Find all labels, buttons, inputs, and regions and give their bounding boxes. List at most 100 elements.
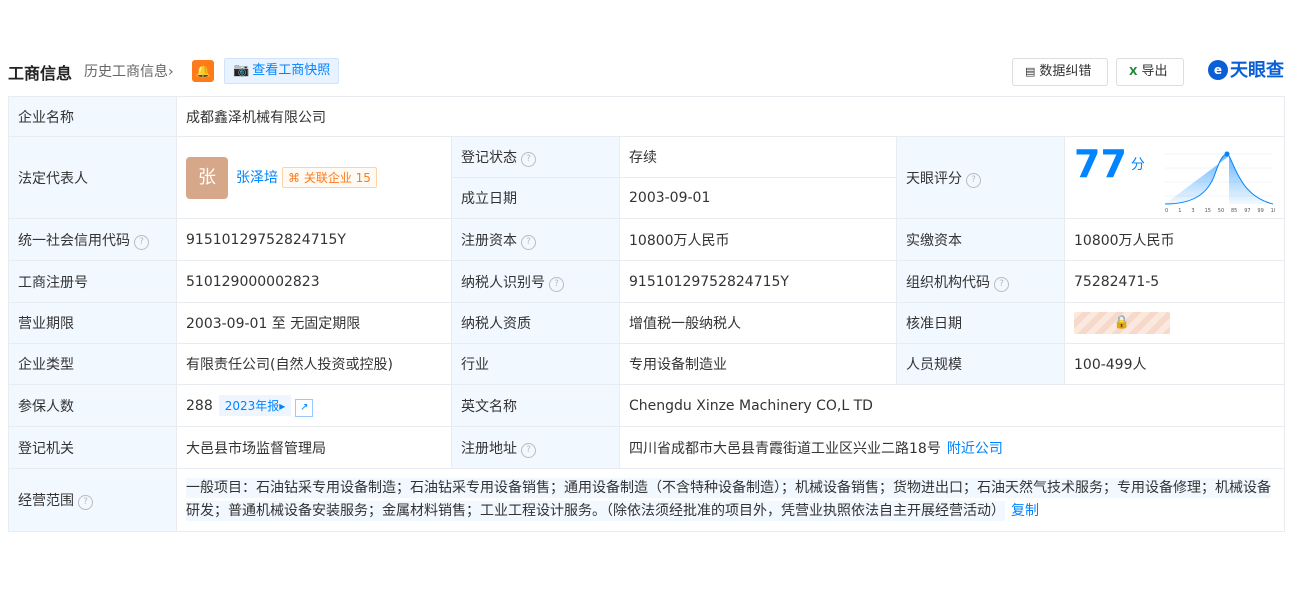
staff-size-value: 100-499人 [1063, 343, 1286, 385]
avatar[interactable]: 张 [186, 156, 228, 199]
table-row: 登记机关 大邑县市场监督管理局 注册地址? 四川省成都市大邑县青霞街道工业区兴业… [8, 426, 1286, 469]
score-axis-tick: 1 [1178, 208, 1181, 214]
reg-capital-label-cell: 注册资本? [451, 218, 620, 261]
table-row: 企业类型 有限责任公司(自然人投资或控股) 行业 专用设备制造业 人员规模 10… [8, 343, 1286, 385]
scope-cell: 一般项目：石油钻采专用设备制造；石油钻采专用设备销售；通用设备制造（不含特种设备… [175, 468, 1286, 532]
score-axis-tick: 97 [1244, 208, 1250, 214]
tax-id-value: 91510129752824715Y [619, 260, 897, 303]
legal-rep-name[interactable]: 张泽培 [236, 170, 278, 186]
help-icon[interactable]: ? [994, 276, 1009, 292]
paid-capital-label: 实缴资本 [896, 218, 1065, 261]
score-value: 77 [1074, 141, 1127, 186]
found-date-label: 成立日期 [451, 177, 620, 219]
help-icon[interactable]: ? [134, 234, 149, 250]
tax-qual-value: 增值税一般纳税人 [619, 302, 897, 344]
reg-status-label-cell: 登记状态? [451, 136, 620, 178]
credit-code-label: 统一社会信用代码 [18, 232, 130, 249]
score-axis: 0 1 3 15 50 85 97 99 100 [1165, 208, 1275, 214]
lock-icon: 🔒 [1113, 315, 1131, 330]
locked-value[interactable]: 🔒 [1074, 312, 1170, 334]
snapshot-button[interactable]: 📷 查看工商快照 [224, 58, 339, 84]
assoc-company-badge[interactable]: ⌘ 关联企业 15 [282, 167, 377, 188]
score-axis-tick: 99 [1257, 208, 1263, 214]
assoc-icon: ⌘ [288, 171, 300, 185]
tax-id-label-cell: 纳税人识别号? [451, 260, 620, 303]
company-name-value: 成都鑫泽机械有限公司 [175, 96, 1286, 137]
copy-link[interactable]: 复制 [1011, 503, 1039, 519]
score-distribution-chart: 0 1 3 15 50 85 97 99 100 [1165, 151, 1275, 214]
section-header: 工商信息 历史工商信息› 🔔 📷 查看工商快照 ▤ 数据纠错 X 导出 e 天眼查 [8, 56, 1284, 86]
help-icon[interactable]: ? [549, 276, 564, 292]
chevron-right-icon: ▸ [279, 398, 286, 413]
staff-size-label: 人员规模 [896, 343, 1065, 385]
org-code-value: 75282471-5 [1063, 260, 1286, 303]
legal-rep-cell: 张张泽培 ⌘ 关联企业 15 [176, 136, 452, 219]
help-icon[interactable]: ? [521, 152, 536, 167]
score-axis-tick: 0 [1165, 208, 1168, 214]
insured-cell: 288 2023年报▸ ↗ [176, 384, 452, 427]
bell-icon[interactable]: 🔔 [192, 60, 214, 82]
trend-chart-icon[interactable]: ↗ [295, 398, 314, 417]
score-axis-tick: 85 [1231, 208, 1237, 214]
authority-value: 大邑县市场监督管理局 [176, 426, 452, 469]
section-title: 工商信息 [8, 64, 73, 83]
approval-date-label: 核准日期 [896, 302, 1065, 344]
table-row: 经营范围? 一般项目：石油钻采专用设备制造；石油钻采专用设备销售；通用设备制造（… [8, 468, 1286, 532]
brand-mark-icon: e [1208, 60, 1228, 80]
found-date-value: 2003-09-01 [619, 177, 897, 219]
insured-label: 参保人数 [8, 384, 177, 427]
credit-code-value: 91510129752824715Y [176, 218, 452, 261]
year-report-label: 2023年报 [224, 398, 280, 413]
assoc-count: 15 [355, 171, 371, 185]
history-link[interactable]: 历史工商信息› [84, 61, 174, 81]
doc-icon: ▤ [1025, 65, 1036, 78]
industry-label: 行业 [451, 343, 620, 385]
company-name-label: 企业名称 [8, 96, 177, 137]
term-label: 营业期限 [8, 302, 177, 344]
reg-status-value: 存续 [619, 136, 897, 178]
help-icon[interactable]: ? [966, 172, 981, 188]
reg-status-label: 登记状态 [461, 150, 517, 166]
export-label: 导出 [1141, 64, 1168, 79]
credit-code-label-cell: 统一社会信用代码? [8, 218, 177, 261]
help-icon[interactable]: ? [521, 442, 536, 458]
english-name-value: Chengdu Xinze Machinery CO,L TD [618, 384, 1286, 427]
approval-date-cell: 🔒 [1063, 302, 1286, 344]
correction-label: 数据纠错 [1039, 64, 1092, 79]
export-button[interactable]: X 导出 [1116, 58, 1184, 86]
table-row: 企业名称 成都鑫泽机械有限公司 [8, 96, 1286, 137]
reg-capital-label: 注册资本 [461, 232, 517, 249]
correction-button[interactable]: ▤ 数据纠错 [1012, 58, 1108, 86]
table-row: 参保人数 288 2023年报▸ ↗ 英文名称 Chengdu Xinze Mach… [8, 384, 1286, 427]
snapshot-label: 查看工商快照 [252, 63, 331, 78]
english-name-label: 英文名称 [451, 384, 620, 427]
company-type-value: 有限责任公司(自然人投资或控股) [176, 343, 452, 385]
score-axis-tick: 100 [1271, 208, 1275, 214]
reg-no-label: 工商注册号 [8, 260, 177, 303]
help-icon[interactable]: ? [521, 234, 536, 250]
business-info-table: 企业名称 成都鑫泽机械有限公司 法定代表人 张张泽培 ⌘ 关联企业 15 登记状态… [8, 96, 1286, 532]
help-icon[interactable]: ? [78, 495, 93, 510]
brand-logo: e 天眼查 [1208, 58, 1284, 84]
score-cell[interactable]: 77分 0 1 3 15 50 85 97 99 100 [1063, 136, 1286, 219]
camera-icon: 📷 [233, 63, 250, 78]
history-label[interactable]: 历史工商信息 [84, 64, 168, 80]
tax-qual-label: 纳税人资质 [451, 302, 620, 344]
scope-label: 经营范围 [18, 493, 74, 509]
tax-id-label: 纳税人识别号 [461, 274, 545, 291]
scope-label-cell: 经营范围? [8, 468, 177, 532]
table-row: 工商注册号 510129000002823 纳税人识别号? 9151012975… [8, 260, 1286, 303]
reg-capital-value: 10800万人民币 [619, 218, 897, 261]
industry-value: 专用设备制造业 [619, 343, 897, 385]
address-label-cell: 注册地址? [451, 426, 620, 469]
assoc-label: 关联企业 [303, 171, 352, 185]
org-code-label: 组织机构代码 [906, 274, 990, 291]
insured-value: 288 [186, 397, 213, 414]
address-label: 注册地址 [461, 440, 517, 457]
table-row: 统一社会信用代码? 91510129752824715Y 注册资本? 10800… [8, 218, 1286, 261]
table-row: 营业期限 2003-09-01 至 无固定期限 纳税人资质 增值税一般纳税人 核… [8, 302, 1286, 344]
year-report-badge[interactable]: 2023年报▸ [218, 394, 292, 416]
company-type-label: 企业类型 [8, 343, 177, 385]
score-axis-tick: 3 [1191, 208, 1194, 214]
nearby-companies-link[interactable]: 附近公司 [947, 441, 1003, 457]
